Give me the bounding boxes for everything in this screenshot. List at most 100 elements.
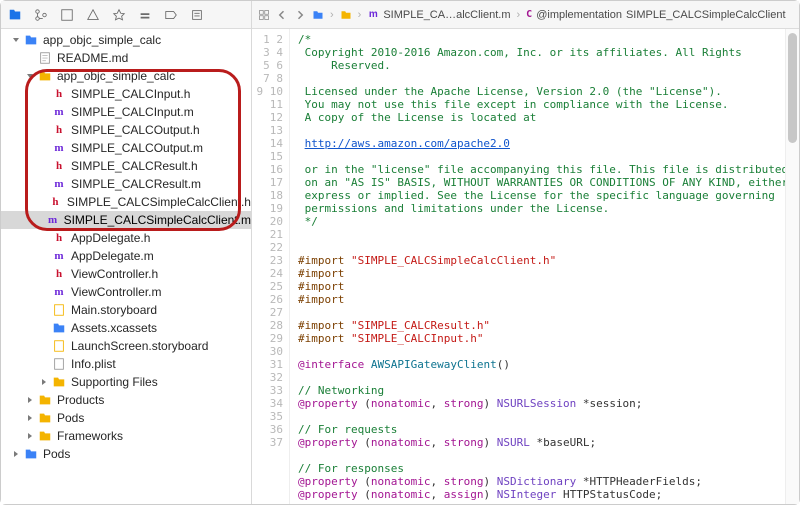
disclosure-triangle-icon <box>37 197 46 207</box>
disclosure-triangle-icon[interactable] <box>25 431 35 441</box>
file-icon: h <box>51 158 67 174</box>
disclosure-triangle-icon <box>39 341 49 351</box>
tree-row[interactable]: Supporting Files <box>1 373 251 391</box>
tree-row[interactable]: app_objc_simple_calc <box>1 31 251 49</box>
tree-row[interactable]: h SIMPLE_CALCResult.h <box>1 157 251 175</box>
disclosure-triangle-icon[interactable] <box>39 377 49 387</box>
code-editor[interactable]: 1 2 3 4 5 6 7 8 9 10 11 12 13 14 15 16 1… <box>252 29 799 504</box>
file-icon <box>51 374 67 390</box>
tree-row[interactable]: Info.plist <box>1 355 251 373</box>
disclosure-triangle-icon[interactable] <box>11 449 21 459</box>
file-icon: h <box>51 86 67 102</box>
disclosure-triangle-icon <box>39 323 49 333</box>
tree-row[interactable]: LaunchScreen.storyboard <box>1 337 251 355</box>
tree-row[interactable]: Frameworks <box>1 427 251 445</box>
tree-row[interactable]: mSIMPLE_CALCOutput.m <box>1 139 251 157</box>
disclosure-triangle-icon[interactable] <box>25 395 35 405</box>
file-icon: m <box>51 104 67 120</box>
tree-row[interactable]: mSIMPLE_CALCResult.m <box>1 175 251 193</box>
tree-row-label: Supporting Files <box>71 375 158 389</box>
tree-row[interactable]: h SIMPLE_CALCSimpleCalcClient.h <box>1 193 251 211</box>
tree-row-label: Pods <box>57 411 84 425</box>
tree-row-label: AppDelegate.m <box>71 249 154 263</box>
disclosure-triangle-icon <box>25 53 35 63</box>
file-icon <box>37 392 53 408</box>
tree-row[interactable]: hViewController.h <box>1 265 251 283</box>
jumpbar-symbol[interactable]: C @implementation SIMPLE_CALCSimpleCalcC… <box>526 9 785 21</box>
file-icon <box>51 338 67 354</box>
back-button[interactable] <box>276 9 288 21</box>
tree-row-label: SIMPLE_CALCResult.h <box>71 159 198 173</box>
tree-row-label: Assets.xcassets <box>71 321 157 335</box>
tree-row[interactable]: app_objc_simple_calc <box>1 67 251 85</box>
disclosure-triangle-icon[interactable] <box>25 413 35 423</box>
tree-row[interactable]: m SIMPLE_CALCInput.m <box>1 103 251 121</box>
tree-row-label: README.md <box>57 51 128 65</box>
chevron-right-icon: › <box>517 9 521 21</box>
source-control-icon[interactable] <box>33 7 49 23</box>
scrollbar-track[interactable] <box>785 29 799 504</box>
disclosure-triangle-icon <box>39 89 49 99</box>
tree-row[interactable]: Main.storyboard <box>1 301 251 319</box>
project-navigator-icon[interactable] <box>7 7 23 23</box>
tree-row[interactable]: h SIMPLE_CALCInput.h <box>1 85 251 103</box>
related-items-icon[interactable] <box>258 9 270 21</box>
tree-row-label: Products <box>57 393 104 407</box>
disclosure-triangle-icon <box>39 359 49 369</box>
tree-row[interactable]: hSIMPLE_CALCOutput.h <box>1 121 251 139</box>
disclosure-triangle-icon <box>39 125 49 135</box>
code-area[interactable]: /* Copyright 2010-2016 Amazon.com, Inc. … <box>290 29 785 504</box>
jumpbar-file[interactable]: m SIMPLE_CA…alcClient.m <box>367 9 510 21</box>
tree-row[interactable]: Products <box>1 391 251 409</box>
file-icon: m <box>51 248 67 264</box>
report-navigator-icon[interactable] <box>189 7 205 23</box>
tree-row-label: SIMPLE_CALCInput.h <box>71 87 190 101</box>
jumpbar-project-icon[interactable] <box>312 9 324 21</box>
tree-row[interactable]: Assets.xcassets <box>1 319 251 337</box>
tree-row-label: SIMPLE_CALCInput.m <box>71 105 194 119</box>
file-icon <box>51 356 67 372</box>
tree-row[interactable]: Pods <box>1 409 251 427</box>
tree-row-label: Main.storyboard <box>71 303 157 317</box>
disclosure-triangle-icon <box>39 107 49 117</box>
disclosure-triangle-icon <box>39 179 49 189</box>
tree-row-label: SIMPLE_CALCOutput.m <box>71 141 203 155</box>
issue-navigator-icon[interactable] <box>85 7 101 23</box>
tree-row[interactable]: README.md <box>1 49 251 67</box>
symbol-navigator-icon[interactable] <box>59 7 75 23</box>
file-icon <box>37 50 53 66</box>
tree-row[interactable]: mSIMPLE_CALCSimpleCalcClient.m <box>1 211 251 229</box>
breakpoint-navigator-icon[interactable] <box>163 7 179 23</box>
disclosure-triangle-icon[interactable] <box>25 71 35 81</box>
tree-row-label: SIMPLE_CALCSimpleCalcClient.m <box>64 213 251 227</box>
scrollbar-thumb[interactable] <box>788 33 797 143</box>
disclosure-triangle-icon <box>39 269 49 279</box>
jump-bar[interactable]: › › m SIMPLE_CA…alcClient.m › C @impleme… <box>252 1 799 29</box>
file-icon: m <box>51 176 67 192</box>
navigator-toolbar <box>1 1 251 29</box>
file-icon: h <box>48 194 63 210</box>
disclosure-triangle-icon <box>39 233 49 243</box>
disclosure-triangle-icon <box>39 305 49 315</box>
file-icon: h <box>51 122 67 138</box>
debug-navigator-icon[interactable] <box>137 7 153 23</box>
forward-button[interactable] <box>294 9 306 21</box>
tree-row-label: ViewController.h <box>71 267 158 281</box>
tree-row[interactable]: m AppDelegate.m <box>1 247 251 265</box>
tree-row-label: SIMPLE_CALCSimpleCalcClient.h <box>67 195 251 209</box>
file-icon <box>37 428 53 444</box>
tree-row[interactable]: mViewController.m <box>1 283 251 301</box>
file-icon <box>37 410 53 426</box>
tree-row[interactable]: hAppDelegate.h <box>1 229 251 247</box>
project-tree[interactable]: app_objc_simple_calc README.md app_objc_si… <box>1 29 251 504</box>
disclosure-triangle-icon <box>39 161 49 171</box>
file-icon <box>51 302 67 318</box>
disclosure-triangle-icon[interactable] <box>11 35 21 45</box>
tree-row[interactable]: Pods <box>1 445 251 463</box>
jumpbar-folder-icon[interactable] <box>340 9 352 21</box>
tree-row-label: LaunchScreen.storyboard <box>71 339 208 353</box>
test-navigator-icon[interactable] <box>111 7 127 23</box>
file-icon <box>37 68 53 84</box>
disclosure-triangle-icon <box>39 251 49 261</box>
tree-row-label: ViewController.m <box>71 285 161 299</box>
